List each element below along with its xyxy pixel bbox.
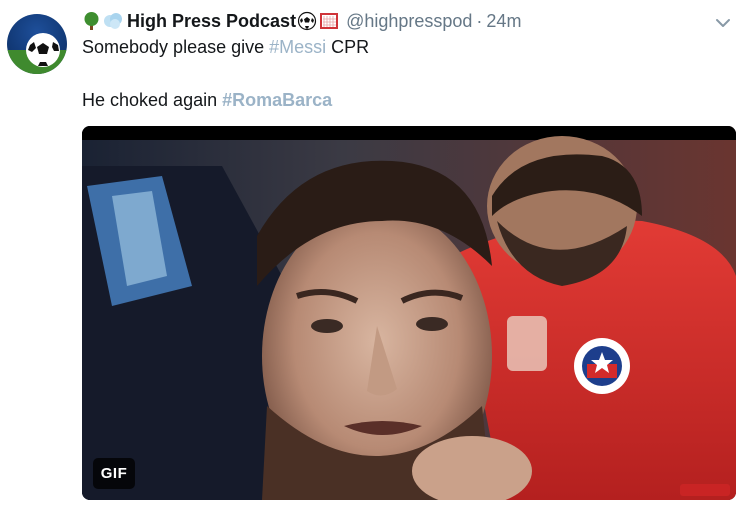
soccer-ball-emoji-icon (297, 11, 317, 31)
tweet-text: CPR (326, 37, 370, 57)
avatar[interactable] (7, 14, 67, 74)
tree-emoji-icon (81, 11, 101, 31)
tweet-header: High Press Podcast @highpresspod · 24m (81, 8, 521, 34)
user-handle[interactable]: @highpresspod (346, 11, 472, 32)
tweet-text-line-1: Somebody please give #Messi CPR (82, 37, 369, 58)
wind-emoji-icon (103, 11, 123, 31)
display-name[interactable]: High Press Podcast (127, 11, 296, 32)
hashtag-link[interactable]: #RomaBarca (222, 90, 332, 110)
tweet-text: Somebody please give (82, 37, 270, 57)
meta-separator: · (476, 10, 483, 31)
hashtag-link[interactable]: #Messi (269, 37, 326, 57)
gif-media[interactable] (82, 126, 736, 500)
timestamp[interactable]: 24m (486, 11, 521, 32)
tweet-text: He choked again (82, 90, 223, 110)
goal-net-emoji-icon (319, 11, 339, 31)
gif-badge: GIF (93, 458, 135, 489)
tweet-card[interactable]: High Press Podcast @highpresspod · 24m S… (0, 0, 750, 511)
tweet-text-line-2: He choked again #RomaBarca (82, 90, 332, 111)
chevron-down-icon[interactable] (714, 14, 732, 32)
